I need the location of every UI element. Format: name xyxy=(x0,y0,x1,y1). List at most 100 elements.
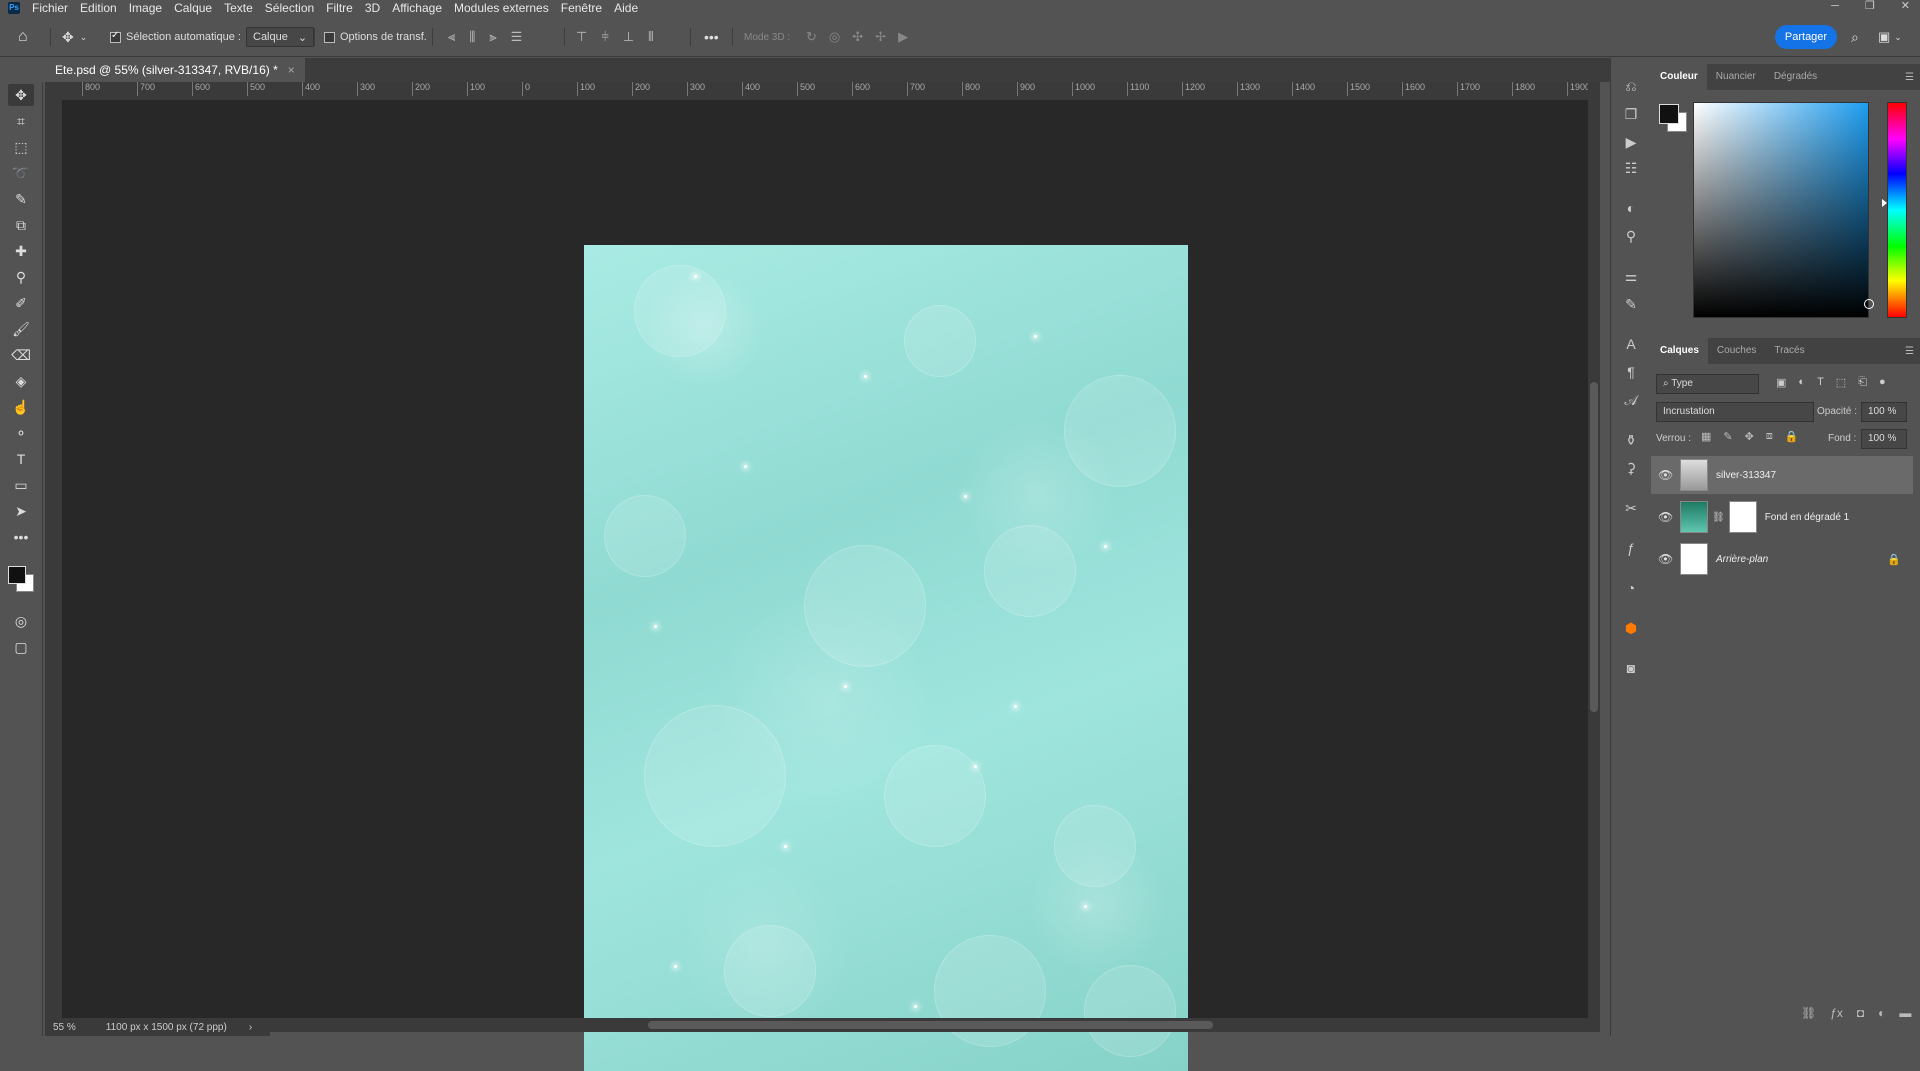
stamp-tool-icon[interactable]: ⚲ xyxy=(8,266,34,288)
hue-slider-handle[interactable] xyxy=(1882,199,1887,207)
menu-image[interactable]: Image xyxy=(123,0,168,16)
menu-3d[interactable]: 3D xyxy=(359,0,386,16)
healing-brush-icon[interactable]: ✚ xyxy=(8,240,34,262)
close-tab-icon[interactable]: × xyxy=(288,63,295,77)
plugin-icon[interactable]: ◙ xyxy=(1621,658,1641,678)
path-selection-icon[interactable]: ➤ xyxy=(8,500,34,522)
filter-shape-icon[interactable]: ⬚ xyxy=(1836,376,1846,389)
link-layers-icon[interactable]: ⛓ xyxy=(1801,1006,1816,1020)
panel-menu-icon[interactable]: ☰ xyxy=(1905,72,1914,83)
lock-transparency-icon[interactable]: ▦ xyxy=(1701,430,1711,443)
frame-tool-icon[interactable]: ⧉ xyxy=(8,214,34,236)
menu-filtre[interactable]: Filtre xyxy=(320,0,359,16)
lock-artboard-icon[interactable]: ⧈ xyxy=(1766,430,1773,443)
filter-adjustment-icon[interactable]: ◐ xyxy=(1798,376,1805,389)
fx-styles-icon[interactable]: ƒ xyxy=(1621,538,1641,558)
color-picker-handle[interactable] xyxy=(1864,299,1874,309)
layer-mask-thumbnail[interactable] xyxy=(1728,501,1757,533)
3d-roll-icon[interactable]: ◎ xyxy=(829,29,840,45)
menu-modules-externes[interactable]: Modules externes xyxy=(448,0,555,16)
menu-fenetre[interactable]: Fenêtre xyxy=(555,0,608,16)
smudge-tool-icon[interactable]: ☝ xyxy=(8,396,34,418)
move-tool-preset-icon[interactable]: ✥ ⌄ xyxy=(62,18,87,56)
lock-all-icon[interactable]: 🔒 xyxy=(1785,430,1799,443)
cut-icon[interactable]: ✂ xyxy=(1621,498,1641,518)
paragraph-icon[interactable]: ¶ xyxy=(1621,362,1641,382)
distribute-h-icon[interactable]: ☰ xyxy=(511,29,523,45)
close-window-icon[interactable]: ✕ xyxy=(1901,0,1910,16)
crop-tool-icon[interactable]: ⌗ xyxy=(8,110,34,132)
marquee-tool-icon[interactable]: ⬚ xyxy=(8,136,34,158)
hue-slider[interactable] xyxy=(1882,102,1907,318)
filter-toggle-icon[interactable]: ● xyxy=(1879,376,1886,389)
quick-mask-icon[interactable]: ◎ xyxy=(8,610,34,632)
fg-color-swatch[interactable] xyxy=(1659,104,1679,124)
3d-camera-icon[interactable]: ▶ xyxy=(898,29,908,45)
history-icon[interactable]: ⎌ xyxy=(1621,76,1641,96)
fx-icon[interactable]: ƒx xyxy=(1830,1006,1843,1020)
clone-source-icon[interactable]: ⚱ xyxy=(1621,430,1641,450)
more-tools-icon[interactable]: ••• xyxy=(8,526,34,548)
color-field[interactable] xyxy=(1693,102,1874,318)
lock-position-icon[interactable]: ✥ xyxy=(1745,430,1754,443)
add-mask-icon[interactable]: ◘ xyxy=(1857,1006,1864,1020)
quick-selection-tool-icon[interactable]: ✎ xyxy=(8,188,34,210)
restore-icon[interactable]: ❐ xyxy=(1865,0,1875,16)
menu-fichier[interactable]: Fichier xyxy=(26,0,74,16)
horizontal-ruler[interactable]: 800 700 600 500 400 300 200 100 0 100 200 300 400 500… xyxy=(62,82,1588,101)
tab-traces[interactable]: Tracés xyxy=(1765,338,1813,364)
blend-mode-dropdown[interactable]: Incrustation xyxy=(1656,402,1814,422)
menu-calque[interactable]: Calque xyxy=(168,0,218,16)
document-image[interactable] xyxy=(584,245,1188,1071)
3d-slide-icon[interactable]: ✢ xyxy=(875,29,886,45)
eyedropper-icon[interactable]: ✐ xyxy=(8,292,34,314)
tool-presets-icon[interactable]: ⚳ xyxy=(1621,458,1641,478)
paint-bucket-icon[interactable]: ◈ xyxy=(8,370,34,392)
layer-row[interactable]: 👁 silver-313347 xyxy=(1651,456,1913,494)
lasso-tool-icon[interactable]: ➰ xyxy=(8,162,34,184)
fill-field[interactable]: 100 % xyxy=(1861,429,1907,449)
glyphs-icon[interactable]: 𝒜 xyxy=(1621,390,1641,410)
eraser-tool-icon[interactable]: ⌫ xyxy=(8,344,34,366)
workspace-icon[interactable]: ▣ ⌄ xyxy=(1878,18,1902,56)
adjustments-icon[interactable]: ◐ xyxy=(1621,198,1641,218)
more-options-button[interactable]: ••• xyxy=(704,18,719,56)
layer-row[interactable]: 👁 ⛓ Fond en dégradé 1 xyxy=(1651,498,1913,536)
layers-panel-menu-icon[interactable]: ☰ xyxy=(1905,346,1914,357)
new-group-icon[interactable]: ▬ xyxy=(1899,1006,1911,1020)
visibility-eye-icon[interactable]: 👁 xyxy=(1658,552,1673,566)
filter-smart-object-icon[interactable]: ⎗ xyxy=(1858,376,1867,389)
3d-orbit-icon[interactable]: ↻ xyxy=(806,29,817,45)
share-button[interactable]: Partager xyxy=(1775,25,1837,49)
link-icon[interactable]: ⛓ xyxy=(1712,512,1725,523)
move-tool-icon[interactable]: ✥ xyxy=(8,84,34,106)
new-adjustment-icon[interactable]: ◐ xyxy=(1878,1006,1885,1020)
menu-texte[interactable]: Texte xyxy=(218,0,259,16)
align-left-icon[interactable]: ⫷ xyxy=(448,29,455,45)
visibility-eye-icon[interactable]: 👁 xyxy=(1658,468,1673,482)
filter-pixel-icon[interactable]: ▣ xyxy=(1776,376,1786,389)
filter-type-icon[interactable]: T xyxy=(1817,376,1824,389)
auto-select-checkbox[interactable]: Sélection automatique : xyxy=(110,18,241,56)
actions-play-icon[interactable]: ▶ xyxy=(1621,132,1641,152)
home-icon[interactable]: ⌂ xyxy=(18,18,28,56)
align-bottom-icon[interactable]: ⊥ xyxy=(623,29,634,45)
foreground-color-swatch[interactable] xyxy=(8,566,26,584)
layer-filter-dropdown[interactable]: ⌕ Type xyxy=(1656,374,1759,394)
align-middle-v-icon[interactable]: ⫩ xyxy=(601,29,608,45)
tab-couches[interactable]: Couches xyxy=(1708,338,1765,364)
layer-name[interactable]: Arrière-plan xyxy=(1716,554,1768,565)
brush-tool-icon[interactable]: 🖌 xyxy=(8,318,34,340)
tab-couleur[interactable]: Couleur xyxy=(1651,64,1707,90)
libraries-icon[interactable]: ❐ xyxy=(1621,104,1641,124)
timeline-icon[interactable]: ◔ xyxy=(1621,578,1641,598)
shape-tool-icon[interactable]: ▭ xyxy=(8,474,34,496)
align-right-icon[interactable]: ⫸ xyxy=(489,29,496,45)
menu-selection[interactable]: Sélection xyxy=(259,0,320,16)
layer-name[interactable]: silver-313347 xyxy=(1716,470,1776,481)
dodge-tool-icon[interactable]: ⚬ xyxy=(8,422,34,444)
menu-edition[interactable]: Edition xyxy=(74,0,123,16)
type-tool-icon[interactable]: T xyxy=(8,448,34,470)
opacity-field[interactable]: 100 % xyxy=(1861,402,1907,422)
tab-calques[interactable]: Calques xyxy=(1651,338,1708,364)
